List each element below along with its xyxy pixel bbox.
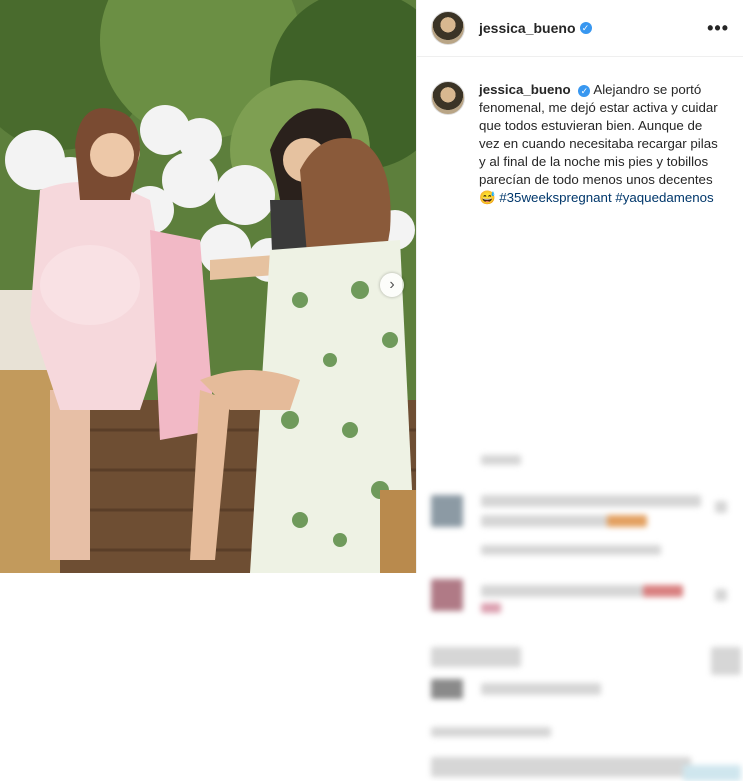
post-side-panel: jessica_bueno ✓ ••• jessica_bueno ✓ Alej…: [416, 0, 743, 781]
hashtag-link[interactable]: #35weekspregnant: [499, 190, 611, 205]
caption-text: jessica_bueno ✓ Alejandro se portó fenom…: [479, 81, 721, 207]
username-link[interactable]: jessica_bueno: [479, 20, 576, 36]
caption-username-link[interactable]: jessica_bueno: [479, 82, 571, 97]
post-photo[interactable]: ›: [0, 0, 416, 573]
post-header: jessica_bueno ✓ •••: [417, 0, 743, 57]
verified-badge-icon: ✓: [579, 22, 592, 34]
caption-avatar[interactable]: [431, 81, 465, 115]
caption-body: Alejandro se portó fenomenal, me dejó es…: [479, 82, 718, 205]
caption-verified-badge-icon: ✓: [578, 85, 591, 97]
avatar[interactable]: [431, 11, 465, 45]
more-options-icon[interactable]: •••: [707, 18, 729, 39]
post-caption: jessica_bueno ✓ Alejandro se portó fenom…: [417, 57, 743, 217]
carousel-next-button[interactable]: ›: [380, 273, 404, 297]
hashtag-link[interactable]: #yaquedamenos: [615, 190, 713, 205]
